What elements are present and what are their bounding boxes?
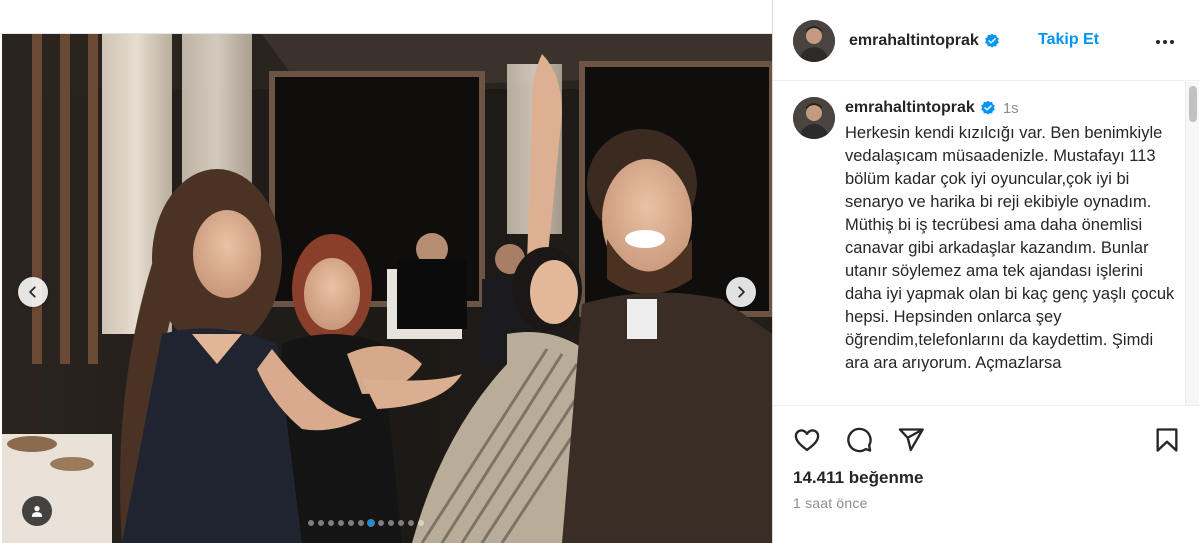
carousel-dot — [348, 520, 354, 526]
follow-button[interactable]: Takip Et — [1038, 31, 1099, 49]
top-strip — [0, 0, 772, 34]
user-tag-icon — [31, 506, 43, 517]
likes-count[interactable]: 14.411 beğenme — [793, 468, 923, 488]
carousel-dot — [398, 520, 404, 526]
more-options-icon — [1156, 40, 1174, 44]
carousel-dot — [388, 520, 394, 526]
carousel-dot — [338, 520, 344, 526]
more-options-button[interactable] — [1153, 30, 1177, 54]
carousel-dot — [378, 520, 384, 526]
carousel-dot — [308, 520, 314, 526]
carousel-prev-button[interactable] — [18, 277, 48, 307]
header-username-group: emrahaltintoprak — [849, 32, 1000, 50]
carousel-indicator — [308, 520, 424, 526]
caption-text: Herkesin kendi kızılcığı var. Ben benimk… — [845, 124, 1179, 372]
share-icon — [898, 428, 924, 452]
caption-username[interactable]: emrahaltintoprak — [845, 99, 975, 117]
bookmark-icon — [1156, 428, 1178, 452]
header-username[interactable]: emrahaltintoprak — [849, 32, 979, 50]
instagram-post-window: emrahaltintoprak Takip Et emrahaltintopr… — [0, 0, 1200, 543]
chevron-right-icon — [738, 286, 745, 298]
scrollbar-thumb[interactable] — [1189, 86, 1197, 122]
carousel-dot — [358, 520, 364, 526]
caption-avatar[interactable] — [793, 97, 835, 139]
comment-button[interactable] — [845, 426, 873, 454]
chevron-left-icon — [29, 286, 36, 298]
user-tags-button[interactable] — [22, 496, 52, 526]
avatar-image — [793, 97, 835, 139]
avatar[interactable] — [793, 20, 835, 62]
caption-scrollbar[interactable] — [1185, 82, 1199, 405]
caption-timestamp: 1s — [1002, 99, 1019, 117]
save-button[interactable] — [1153, 426, 1181, 454]
carousel-next-button[interactable] — [726, 277, 756, 307]
caption-section[interactable]: emrahaltintoprak 1s Herkesin kendi kızıl… — [773, 82, 1200, 405]
carousel-dot — [408, 520, 414, 526]
avatar-image — [793, 20, 835, 62]
share-button[interactable] — [897, 426, 925, 454]
post-header: emrahaltintoprak Takip Et — [773, 0, 1200, 81]
post-actions: 14.411 beğenme 1 saat önce — [773, 405, 1200, 543]
post-time: 1 saat önce — [793, 495, 868, 511]
post-side-panel: emrahaltintoprak Takip Et emrahaltintopr… — [772, 0, 1200, 543]
caption-header: emrahaltintoprak 1s — [845, 99, 1019, 117]
verified-badge-icon — [980, 100, 995, 115]
post-photo[interactable] — [2, 34, 772, 543]
carousel-dot — [418, 520, 424, 526]
carousel-dot-active — [368, 520, 374, 526]
verified-badge-icon — [984, 33, 999, 48]
heart-icon — [794, 429, 820, 452]
photo-illustration — [2, 34, 772, 543]
like-button[interactable] — [793, 426, 821, 454]
carousel-dot — [328, 520, 334, 526]
carousel-dot — [318, 520, 324, 526]
comment-icon — [847, 427, 872, 453]
